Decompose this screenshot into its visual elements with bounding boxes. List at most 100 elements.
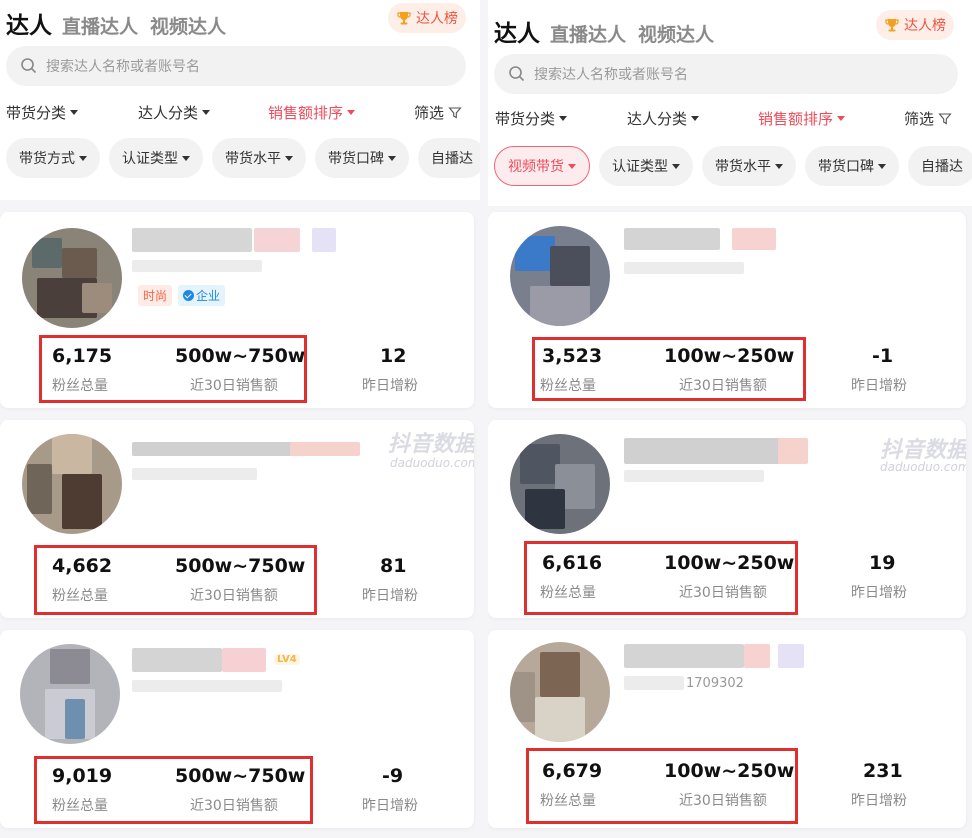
category-filter-label: 带货分类 — [6, 104, 67, 122]
creator-card[interactable]: 时尚 企业 6,175 粉丝总量 500w~750w 近30日销售额 12 昨日… — [0, 212, 474, 408]
fans-growth-value: 19 — [869, 552, 896, 574]
fans-growth-label: 昨日增粉 — [851, 793, 907, 809]
blurred-badge — [222, 648, 266, 672]
blurred-account — [132, 260, 262, 272]
header: 达人 直播达人 视频达人 达人榜 搜索达人名称或者账号名 带货分类 达人分类 销… — [0, 0, 480, 200]
search-icon — [21, 58, 37, 74]
search-placeholder: 搜索达人名称或者账号名 — [534, 67, 688, 83]
category-filter[interactable]: 带货分类 — [6, 102, 79, 123]
avatar — [20, 644, 120, 744]
tab-live-creators[interactable]: 直播达人 — [62, 12, 138, 39]
level-badge: LV4 — [274, 654, 300, 665]
fans-growth-value: -1 — [872, 345, 894, 367]
creator-rank-button[interactable]: 达人榜 — [388, 3, 466, 33]
creator-rank-button[interactable]: 达人榜 — [876, 10, 954, 40]
filter-row: 带货分类 达人分类 销售额排序 筛选 — [488, 108, 972, 132]
pill-filter-video-sales[interactable]: 视频带货 — [494, 146, 590, 186]
pill-filter-sales-method[interactable]: 带货方式 — [6, 138, 100, 178]
tab-bar: 达人 直播达人 视频达人 — [494, 14, 726, 48]
pill-filter-certification[interactable]: 认证类型 — [599, 146, 693, 186]
pill-filter-reputation[interactable]: 带货口碑 — [805, 146, 899, 186]
creator-card[interactable]: 抖音数据 daduoduo.com 6,616 粉丝总量 100w~250w 近… — [488, 420, 966, 618]
fans-growth-label: 昨日增粉 — [851, 378, 907, 394]
screen-filter[interactable]: 筛选 — [904, 108, 952, 129]
account-id-fragment: 1709302 — [686, 676, 744, 691]
highlight-box — [526, 748, 798, 824]
screen-filter-label: 筛选 — [904, 110, 935, 128]
creator-card[interactable]: 3,523 粉丝总量 100w~250w 近30日销售额 -1 昨日增粉 — [488, 212, 966, 408]
blurred-account — [132, 680, 282, 692]
funnel-icon — [448, 106, 462, 118]
category-filter[interactable]: 带货分类 — [495, 108, 568, 129]
tab-bar: 达人 直播达人 视频达人 — [6, 6, 238, 40]
enterprise-tag: 企业 — [178, 285, 226, 306]
search-input[interactable]: 搜索达人名称或者账号名 — [6, 46, 466, 86]
pill-label: 自播达 — [921, 159, 963, 175]
blurred-name — [624, 644, 744, 668]
blurred-badge — [778, 438, 808, 464]
blurred-account — [624, 262, 744, 274]
caret-down-icon — [672, 163, 680, 169]
pill-label: 带货水平 — [715, 159, 771, 175]
fans-growth-value: 12 — [380, 345, 407, 367]
pill-filter-sales-level[interactable]: 带货水平 — [702, 146, 796, 186]
blurred-badge — [778, 644, 804, 668]
enterprise-tag-label: 企业 — [196, 289, 221, 303]
funnel-icon — [938, 112, 952, 124]
search-icon — [509, 66, 525, 82]
highlight-box — [34, 545, 317, 615]
blurred-name — [132, 648, 222, 672]
caret-down-icon — [775, 163, 783, 169]
creator-type-filter-label: 达人分类 — [138, 104, 199, 122]
creator-card[interactable]: LV4 9,019 粉丝总量 500w~750w 近30日销售额 -9 昨日增粉 — [0, 630, 474, 828]
pill-label: 自播达 — [431, 151, 473, 167]
verified-check-icon — [183, 290, 195, 301]
highlight-box — [34, 756, 313, 824]
caret-down-icon — [285, 155, 293, 161]
trophy-icon — [885, 19, 899, 32]
avatar — [22, 228, 122, 328]
blurred-account — [132, 468, 257, 480]
fans-growth-value: -9 — [382, 765, 404, 787]
fans-growth-value: 231 — [863, 760, 903, 782]
creator-type-filter[interactable]: 达人分类 — [627, 108, 700, 129]
tab-live-creators[interactable]: 直播达人 — [550, 20, 626, 47]
pill-filter-self-live[interactable]: 自播达 — [908, 146, 972, 186]
creator-card[interactable]: 1709302 6,679 粉丝总量 100w~250w 近30日销售额 231… — [488, 630, 966, 828]
fans-growth-value: 81 — [380, 555, 407, 577]
screen-filter[interactable]: 筛选 — [414, 102, 462, 123]
sales-sort-label: 销售额排序 — [758, 110, 834, 128]
tag-list: 时尚 企业 — [138, 285, 231, 306]
pill-label: 带货水平 — [225, 151, 281, 167]
pill-filter-row: 带货方式 认证类型 带货水平 带货口碑 自播达 — [6, 138, 480, 178]
blurred-name — [624, 438, 784, 464]
pill-filter-self-live[interactable]: 自播达 — [418, 138, 480, 178]
caret-down-icon — [559, 116, 568, 121]
filter-row: 带货分类 达人分类 销售额排序 筛选 — [0, 102, 480, 126]
tab-creators[interactable]: 达人 — [6, 6, 52, 40]
pill-filter-certification[interactable]: 认证类型 — [109, 138, 203, 178]
caret-down-icon — [182, 155, 190, 161]
search-input[interactable]: 搜索达人名称或者账号名 — [494, 54, 958, 94]
tab-video-creators[interactable]: 视频达人 — [638, 20, 714, 47]
highlight-box — [532, 337, 806, 401]
pill-filter-sales-level[interactable]: 带货水平 — [212, 138, 306, 178]
creator-type-filter-label: 达人分类 — [627, 110, 688, 128]
sales-sort[interactable]: 销售额排序 — [758, 108, 846, 129]
caret-down-icon — [79, 155, 87, 161]
watermark-url: daduoduo.com — [390, 456, 474, 470]
pill-label: 带货方式 — [19, 151, 75, 167]
tab-creators[interactable]: 达人 — [494, 14, 540, 48]
pill-label: 带货口碑 — [818, 159, 874, 175]
pill-filter-reputation[interactable]: 带货口碑 — [315, 138, 409, 178]
creator-type-filter[interactable]: 达人分类 — [138, 102, 211, 123]
blurred-badge — [254, 228, 300, 252]
fans-growth-label: 昨日增粉 — [362, 588, 418, 604]
tab-video-creators[interactable]: 视频达人 — [150, 12, 226, 39]
creator-card[interactable]: 抖音数据 daduoduo.com 4,662 粉丝总量 500w~750w 近… — [0, 420, 474, 618]
sales-sort[interactable]: 销售额排序 — [268, 102, 356, 123]
pill-label: 认证类型 — [612, 159, 668, 175]
category-tag: 时尚 — [138, 285, 173, 306]
caret-down-icon — [347, 110, 356, 115]
rank-label: 达人榜 — [416, 11, 458, 27]
